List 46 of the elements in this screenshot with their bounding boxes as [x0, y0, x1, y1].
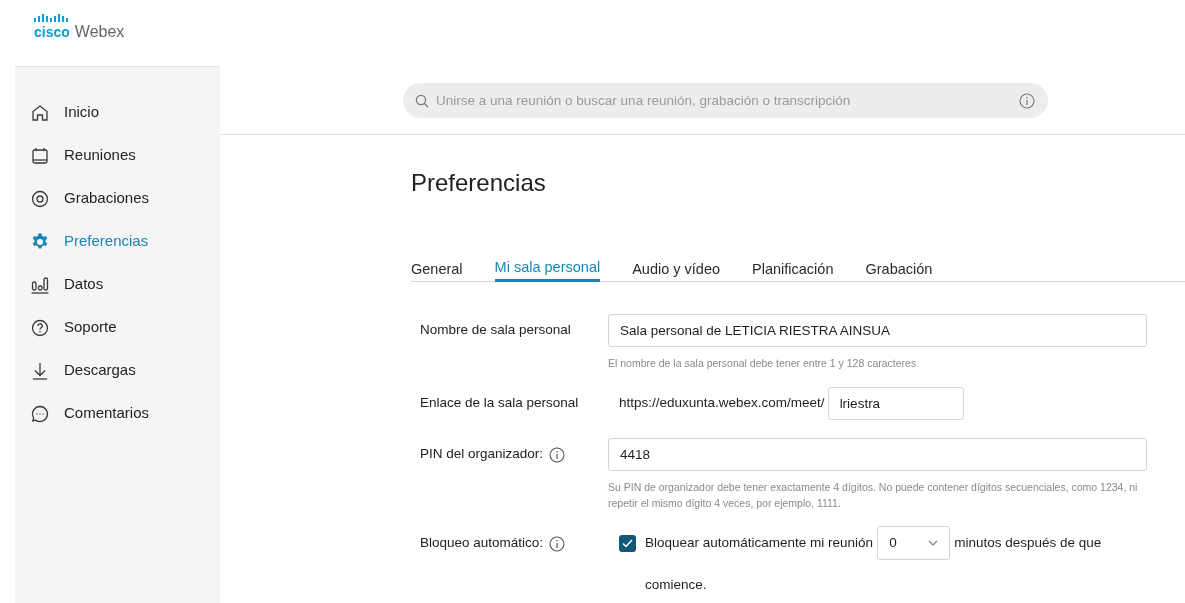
help-icon [30, 317, 50, 338]
text-field[interactable]: lriestra [827, 387, 964, 420]
option-text: minutos después de que [954, 533, 1102, 552]
search-icon [415, 94, 429, 108]
minutes-dropdown[interactable]: 0 [877, 526, 951, 560]
sidebar-item[interactable]: Grabaciones [15, 177, 220, 220]
record-icon [30, 188, 50, 209]
logo-icon [34, 14, 70, 23]
page-title: Preferencias [411, 168, 547, 198]
sidebar-item[interactable]: Comentarios [15, 392, 220, 435]
tab[interactable]: Grabación [865, 247, 933, 282]
sidebar-item[interactable]: Datos [15, 263, 220, 306]
field-label: Enlace de la sala personal [420, 394, 579, 413]
sidebar-item[interactable]: Descargas [15, 349, 220, 392]
checkbox[interactable] [619, 535, 636, 552]
hint-text: El nombre de la sala personal debe tener entre 1 y 128 caracteres [608, 356, 918, 371]
sidebar-item[interactable]: Reuniones [15, 134, 220, 177]
search-field[interactable]: Unirse a una reunión o buscar una reunión, grabación o transcripción [403, 83, 1048, 118]
check-icon [622, 539, 633, 548]
url-prefix: https://eduxunta.webex.com/meet/ [618, 394, 825, 413]
field-label: Nombre de sala personal [420, 321, 571, 340]
option-text: Bloquear automáticamente mi reunión [645, 533, 874, 552]
info-icon[interactable] [1019, 93, 1035, 109]
text-field[interactable]: Sala personal de LETICIA RIESTRA AINSUA [608, 314, 1147, 347]
tab[interactable]: Planificación [752, 247, 834, 282]
logo-brand: cisco [34, 25, 70, 39]
sidebar-item[interactable]: Soporte [15, 306, 220, 349]
hint-text: Su PIN de organizador debe tener exactamente 4 dígitos. No puede contener dígitos secuenciales, como 1234, ni repetir el mismo dígito 4 veces, por ejemplo, 1111. [608, 480, 1138, 511]
chevron-down-icon [928, 540, 939, 546]
option-text: comience. [645, 576, 707, 594]
chat-icon [30, 403, 50, 424]
logo-product: Webex [74, 24, 125, 40]
info-icon[interactable] [549, 446, 566, 463]
text-field[interactable]: 4418 [608, 438, 1147, 471]
tab[interactable]: Mi sala personal [494, 247, 601, 282]
tab[interactable]: Audio y vídeo [632, 247, 721, 282]
sidebar-item[interactable]: Inicio [15, 91, 220, 134]
chart-icon [30, 274, 50, 295]
info-icon[interactable] [549, 535, 566, 552]
download-icon [30, 360, 50, 381]
tab[interactable]: General [411, 247, 463, 282]
sidebar-item[interactable]: Preferencias [15, 220, 220, 263]
field-label: Bloqueo automático: [420, 534, 544, 553]
calendar-icon [30, 145, 50, 166]
settings-icon [30, 231, 50, 252]
field-label: PIN del organizador: [420, 445, 544, 464]
